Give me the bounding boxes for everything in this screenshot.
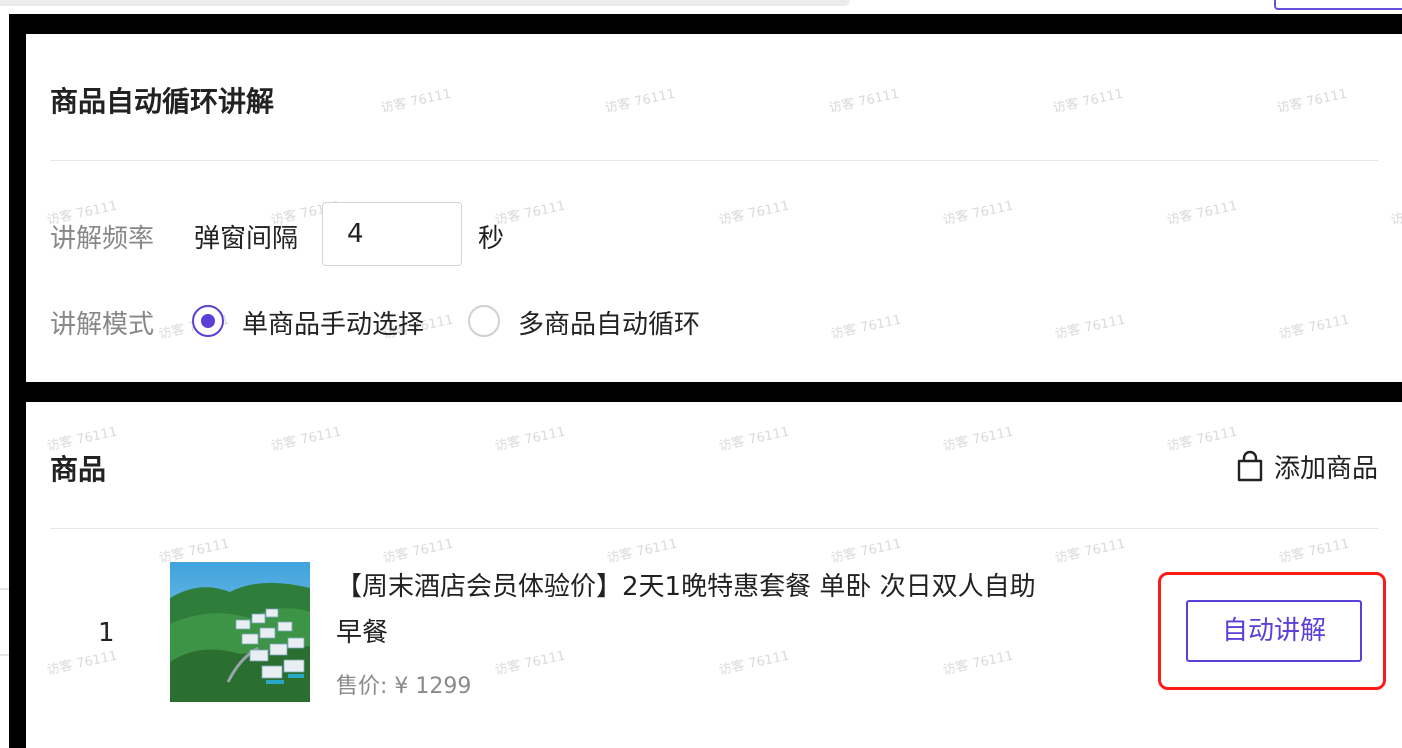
background-divider: [0, 654, 9, 656]
shopping-bag-icon: [1237, 450, 1263, 482]
watermark: 访客 76111: [941, 198, 1015, 229]
watermark: 访客 76111: [827, 86, 901, 117]
corner-button-fragment[interactable]: [1274, 0, 1402, 10]
add-goods-label: 添加商品: [1273, 453, 1378, 484]
watermark: 访客 76111: [1277, 312, 1351, 343]
background-divider: [0, 588, 9, 590]
watermark: 访客 76111: [45, 648, 119, 679]
goods-thumbnail: [170, 562, 310, 702]
goods-price: 售价: ¥ 1299: [336, 674, 472, 699]
watermark: 访客 76111: [941, 424, 1015, 455]
watermark: 访客 76111: [381, 536, 455, 567]
watermark: 访客 76111: [829, 312, 903, 343]
frequency-label: 讲解频率: [50, 224, 155, 254]
watermark: 访客 76111: [269, 424, 343, 455]
goods-list-panel: 访客 76111 访客 76111 访客 76111 访客 76111 访客 7…: [26, 402, 1402, 748]
watermark: 访客 76111: [603, 86, 677, 117]
watermark: 访客 76111: [1051, 86, 1125, 117]
background-page-fragment: [0, 14, 9, 748]
watermark: 访客 76111: [605, 536, 679, 567]
watermark: 访客 76111: [1277, 536, 1351, 567]
browser-top-strip: [0, 0, 1402, 14]
radio-multi-auto[interactable]: [468, 305, 500, 337]
radio-single-manual[interactable]: [192, 305, 224, 337]
goods-section-title: 商品: [50, 453, 107, 486]
watermark: 访客 76111: [1275, 86, 1349, 117]
interval-unit: 秒: [478, 224, 505, 254]
goods-row-index: 1: [98, 618, 115, 648]
watermark: 访客 76111: [1053, 312, 1127, 343]
watermark: 访客 76111: [1165, 198, 1239, 229]
goods-title: 【周末酒店会员体验价】2天1晚特惠套餐 单卧 次日双人自助早餐: [336, 572, 1036, 648]
interval-input[interactable]: [322, 202, 462, 266]
watermark: 访客 76111: [1389, 199, 1402, 229]
radio-single-manual-label[interactable]: 单商品手动选择: [242, 304, 424, 341]
goods-divider: [50, 528, 1378, 529]
watermark: 访客 76111: [379, 86, 453, 117]
auto-explain-button[interactable]: 自动讲解: [1186, 600, 1362, 662]
interval-label: 弹窗间隔: [194, 224, 299, 254]
mode-label: 讲解模式: [50, 310, 155, 340]
watermark: 访客 76111: [829, 536, 903, 567]
auto-explain-settings-panel: 访客 76111 访客 76111 访客 76111 访客 76111 访客 7…: [26, 34, 1402, 382]
add-goods-button[interactable]: 添加商品: [1236, 446, 1378, 486]
title-divider: [50, 160, 1378, 161]
radio-multi-auto-label[interactable]: 多商品自动循环: [518, 304, 700, 341]
panel-title: 商品自动循环讲解: [50, 85, 275, 118]
watermark: 访客 76111: [717, 424, 791, 455]
watermark: 访客 76111: [1165, 424, 1239, 455]
watermark: 访客 76111: [493, 424, 567, 455]
address-bar-fragment: [0, 0, 850, 6]
watermark: 访客 76111: [717, 198, 791, 229]
hotel-mountain-thumbnail: [170, 562, 310, 702]
watermark: 访客 76111: [1053, 536, 1127, 567]
